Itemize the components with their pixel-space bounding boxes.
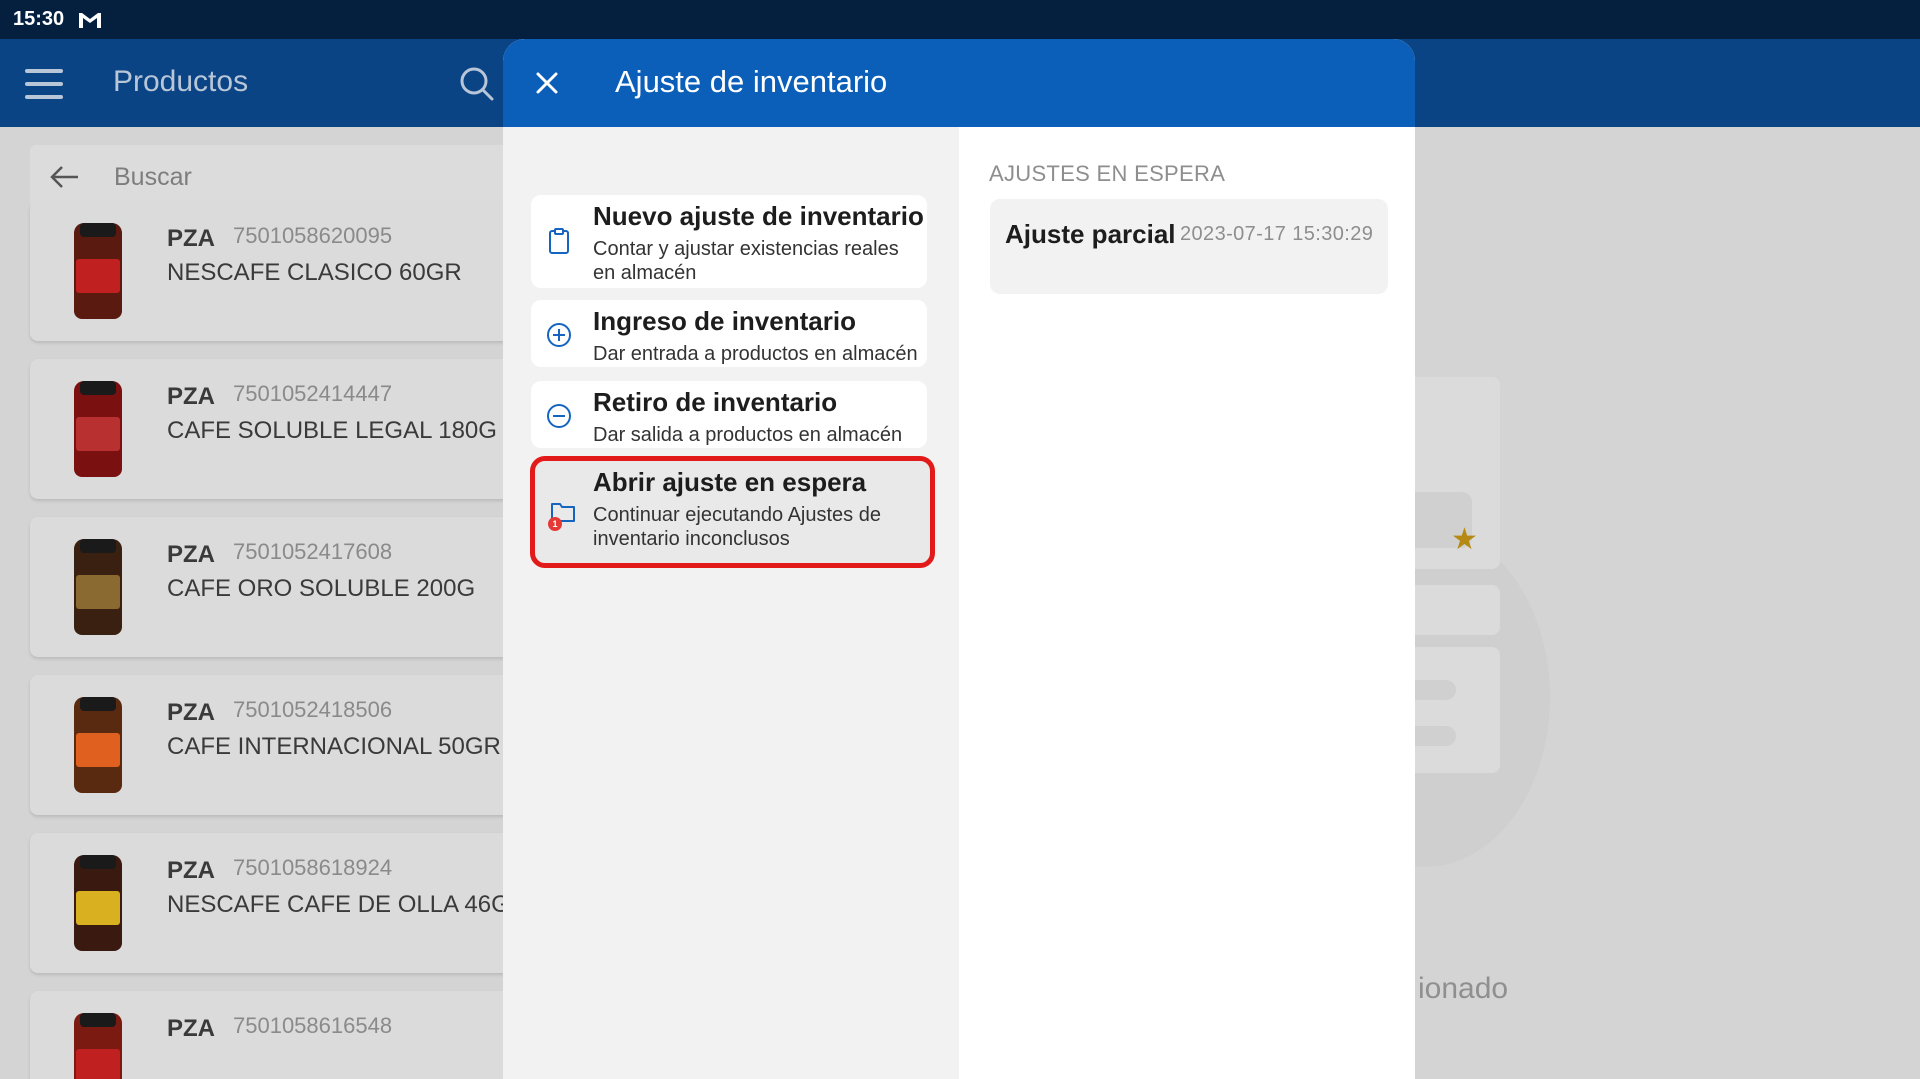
status-time: 15:30 bbox=[13, 8, 65, 30]
background-card bbox=[1400, 647, 1500, 773]
minus-circle-icon bbox=[547, 404, 571, 428]
background-empty-text: ionado bbox=[1418, 972, 1509, 1005]
product-name: NESCAFE CLASICO 60GR bbox=[167, 259, 462, 286]
product-card[interactable]: PZA 7501058616548 bbox=[30, 991, 510, 1079]
product-unit: PZA bbox=[167, 699, 215, 726]
product-unit: PZA bbox=[167, 857, 215, 884]
product-card[interactable]: PZA 7501052418506 CAFE INTERNACIONAL 50GR bbox=[30, 675, 510, 815]
product-name: NESCAFE CAFE DE OLLA 46G bbox=[167, 891, 510, 918]
option-description: Dar entrada a productos en almacén bbox=[593, 343, 918, 365]
product-name: CAFE ORO SOLUBLE 200G bbox=[167, 575, 476, 602]
pending-pane: AJUSTES EN ESPERA Ajuste parcial 2023-07… bbox=[959, 127, 1415, 1079]
gmail-icon bbox=[79, 12, 102, 28]
product-card[interactable]: PZA 7501058618924 NESCAFE CAFE DE OLLA 46G bbox=[30, 833, 510, 973]
product-unit: PZA bbox=[167, 1015, 215, 1042]
product-image bbox=[74, 381, 122, 477]
star-icon[interactable]: ★ bbox=[1451, 522, 1478, 557]
options-pane: Nuevo ajuste de inventario Contar y ajus… bbox=[503, 127, 959, 1079]
product-image bbox=[74, 223, 122, 319]
dialog-title: Ajuste de inventario bbox=[615, 64, 888, 99]
option-title: Abrir ajuste en espera bbox=[593, 467, 867, 497]
option-title: Retiro de inventario bbox=[593, 387, 838, 417]
pending-adjustment-item[interactable]: Ajuste parcial 2023-07-17 15:30:29 bbox=[990, 199, 1388, 294]
option-title: Ingreso de inventario bbox=[593, 306, 856, 336]
background-card bbox=[1400, 585, 1500, 635]
menu-icon[interactable] bbox=[25, 69, 63, 99]
clipboard-icon bbox=[549, 228, 569, 254]
close-icon[interactable] bbox=[533, 69, 561, 97]
product-name: CAFE SOLUBLE LEGAL 180G bbox=[167, 417, 497, 444]
status-bar: 15:30 bbox=[0, 0, 1920, 39]
product-image bbox=[74, 697, 122, 793]
product-code: 7501058616548 bbox=[233, 1013, 393, 1038]
option-description: Dar salida a productos en almacén bbox=[593, 424, 903, 446]
pending-adjustment-name: Ajuste parcial bbox=[1005, 219, 1176, 249]
pending-adjustment-date: 2023-07-17 15:30:29 bbox=[1180, 223, 1374, 245]
option-description: Continuar ejecutando Ajustes de inventar… bbox=[593, 504, 881, 550]
product-image bbox=[74, 539, 122, 635]
product-unit: PZA bbox=[167, 383, 215, 410]
notification-badge: 1 bbox=[548, 517, 562, 531]
app-title: Productos bbox=[113, 65, 249, 98]
product-image bbox=[74, 1013, 122, 1079]
search-bar[interactable]: Buscar bbox=[30, 145, 510, 209]
product-card[interactable]: PZA 7501052417608 CAFE ORO SOLUBLE 200G bbox=[30, 517, 510, 657]
plus-circle-icon bbox=[547, 323, 571, 347]
product-unit: PZA bbox=[167, 541, 215, 568]
product-code: 7501058620095 bbox=[233, 223, 393, 248]
option-description: Contar y ajustar existencias reales en a… bbox=[593, 238, 899, 284]
new-adjustment-option[interactable]: Nuevo ajuste de inventario Contar y ajus… bbox=[531, 195, 927, 288]
search-icon[interactable] bbox=[459, 66, 495, 102]
inventory-withdrawal-option[interactable]: Retiro de inventario Dar salida a produc… bbox=[531, 381, 927, 448]
product-code: 7501058618924 bbox=[233, 855, 393, 880]
product-code: 7501052418506 bbox=[233, 697, 393, 722]
product-code: 7501052414447 bbox=[233, 381, 393, 406]
product-code: 7501052417608 bbox=[233, 539, 393, 564]
search-input[interactable]: Buscar bbox=[114, 163, 192, 192]
product-image bbox=[74, 855, 122, 951]
inventory-entry-option[interactable]: Ingreso de inventario Dar entrada a prod… bbox=[531, 300, 927, 367]
product-card[interactable]: PZA 7501058620095 NESCAFE CLASICO 60GR bbox=[30, 201, 510, 341]
product-name: CAFE INTERNACIONAL 50GR bbox=[167, 733, 501, 760]
pending-section-title: AJUSTES EN ESPERA bbox=[989, 161, 1226, 186]
product-card[interactable]: PZA 7501052414447 CAFE SOLUBLE LEGAL 180G bbox=[30, 359, 510, 499]
option-title: Nuevo ajuste de inventario bbox=[593, 201, 924, 231]
product-unit: PZA bbox=[167, 225, 215, 252]
open-pending-adjustment-option[interactable]: 1 Abrir ajuste en espera Continuar ejecu… bbox=[530, 456, 935, 568]
arrow-left-icon[interactable] bbox=[48, 161, 80, 193]
dialog-header: Ajuste de inventario bbox=[503, 39, 1415, 127]
inventory-adjust-dialog: Ajuste de inventario Nuevo ajuste de inv… bbox=[503, 39, 1415, 1079]
